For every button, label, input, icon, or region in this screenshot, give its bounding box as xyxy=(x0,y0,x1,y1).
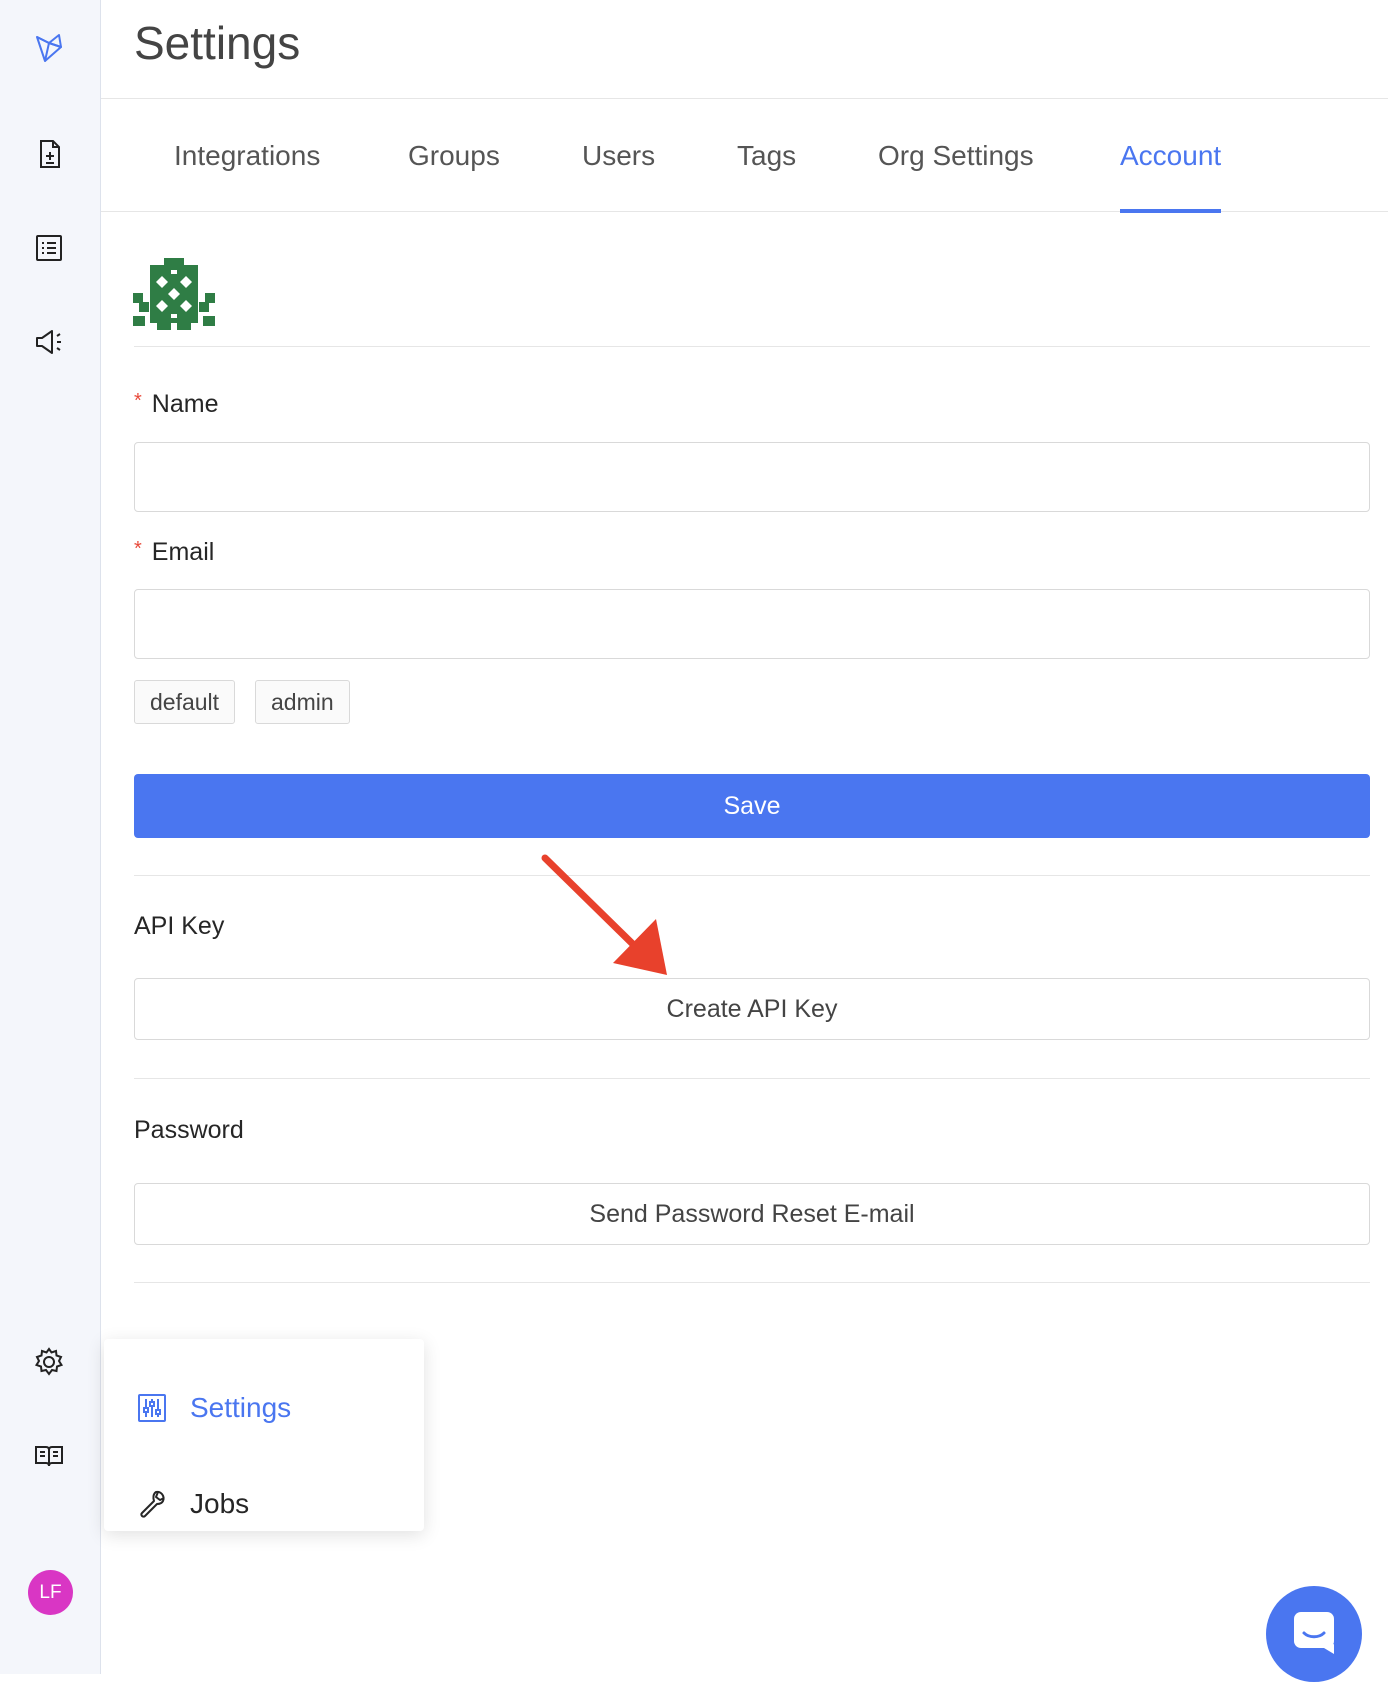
tab-org-settings[interactable]: Org Settings xyxy=(878,100,1034,212)
account-avatar-image xyxy=(133,258,215,330)
create-api-key-button[interactable]: Create API Key xyxy=(134,978,1370,1040)
settings-popup-menu: Settings Jobs xyxy=(104,1339,424,1531)
megaphone-icon[interactable] xyxy=(29,322,69,362)
tab-users[interactable]: Users xyxy=(582,100,655,212)
sidebar: LF xyxy=(0,0,101,1674)
required-mark: * xyxy=(134,538,142,560)
email-input[interactable] xyxy=(134,589,1370,659)
tab-account[interactable]: Account xyxy=(1120,100,1222,213)
name-label-text: Name xyxy=(151,390,219,418)
avatar[interactable]: LF xyxy=(28,1570,73,1615)
required-mark: * xyxy=(134,390,142,412)
menu-item-label: Jobs xyxy=(190,1488,250,1519)
tab-bar: Integrations Groups Users Tags Org Setti… xyxy=(101,100,1388,213)
name-label: * Name xyxy=(134,390,218,419)
section-divider xyxy=(134,1078,1370,1079)
section-divider xyxy=(134,875,1370,876)
name-input[interactable] xyxy=(134,442,1370,512)
section-divider xyxy=(134,346,1370,347)
save-button[interactable]: Save xyxy=(134,774,1370,838)
list-icon[interactable] xyxy=(29,228,69,268)
menu-item-settings[interactable]: Settings xyxy=(136,1388,291,1428)
tab-tags[interactable]: Tags xyxy=(737,100,796,212)
header-divider xyxy=(101,98,1388,99)
chat-icon xyxy=(1290,1608,1338,1661)
gear-icon[interactable] xyxy=(29,1342,69,1382)
section-divider xyxy=(134,1282,1370,1283)
logo-icon[interactable] xyxy=(29,28,69,68)
menu-item-jobs[interactable]: Jobs xyxy=(136,1484,249,1524)
tab-groups[interactable]: Groups xyxy=(408,100,500,212)
document-add-icon[interactable] xyxy=(29,134,69,174)
role-tag-default: default xyxy=(134,680,236,724)
wrench-icon xyxy=(136,1488,168,1520)
book-icon[interactable] xyxy=(29,1436,69,1476)
email-label: * Email xyxy=(134,538,214,567)
menu-item-label: Settings xyxy=(190,1392,292,1423)
tab-integrations[interactable]: Integrations xyxy=(174,100,320,212)
role-tag-admin: admin xyxy=(255,680,350,724)
send-password-reset-button[interactable]: Send Password Reset E-mail xyxy=(134,1183,1370,1245)
chat-widget-button[interactable] xyxy=(1266,1586,1362,1682)
page-title: Settings xyxy=(134,17,301,69)
api-key-label: API Key xyxy=(134,912,225,940)
password-label: Password xyxy=(134,1116,244,1144)
email-label-text: Email xyxy=(151,538,215,566)
sliders-icon xyxy=(136,1392,168,1424)
